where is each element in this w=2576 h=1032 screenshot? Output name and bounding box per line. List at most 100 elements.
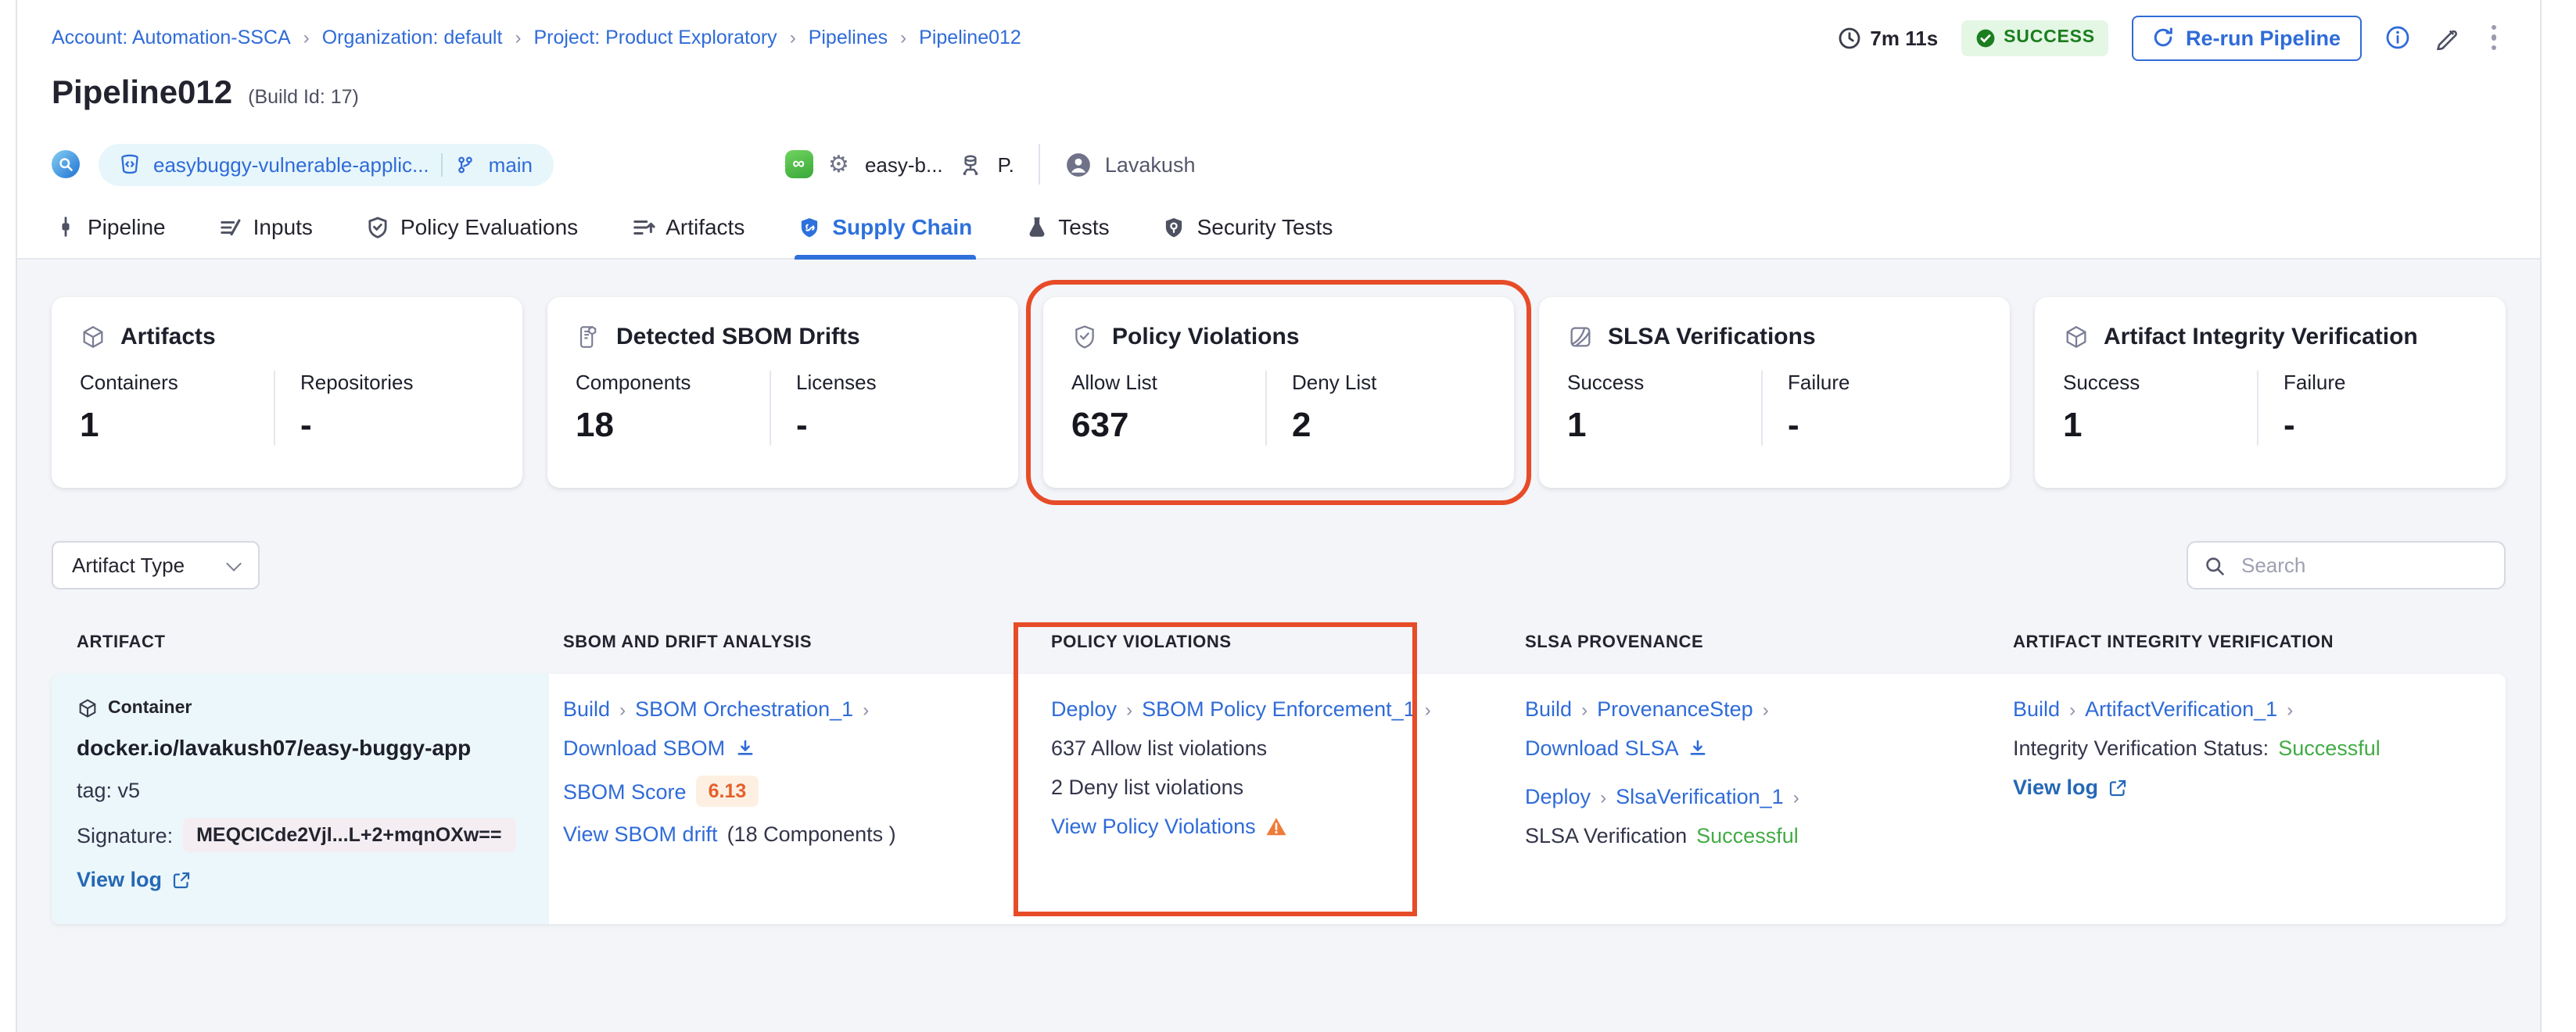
view-log-link[interactable]: View log <box>2013 776 2098 799</box>
header-artifact: ARTIFACT <box>52 633 549 652</box>
triggered-by-user: Lavakush <box>1105 152 1196 176</box>
execution-source-icon <box>52 150 80 178</box>
tab-policy-evaluations[interactable]: Policy Evaluations <box>363 200 581 258</box>
stat-value: 637 <box>1071 405 1265 446</box>
tests-flask-icon <box>1025 216 1047 238</box>
breadcrumb-pipelines[interactable]: Pipelines <box>809 27 888 48</box>
card-slsa-verifications: SLSA Verifications Success 1 Failure - <box>1539 297 2010 488</box>
stat-label: Containers <box>80 371 274 394</box>
integrity-stage-link[interactable]: Build <box>2013 697 2060 721</box>
execution-tabs: Pipeline Inputs Policy Evaluations <box>17 200 2540 260</box>
stat-label: Success <box>2063 371 2257 394</box>
breadcrumb-separator: › <box>303 27 310 48</box>
slsa-step2-link[interactable]: SlsaVerification_1 <box>1616 785 1784 808</box>
policy-shield-icon <box>366 215 389 238</box>
security-shield-icon <box>1163 215 1186 238</box>
stat-value: 1 <box>2063 405 2257 446</box>
stat-label: Success <box>1567 371 1761 394</box>
signature-label: Signature: <box>77 823 173 847</box>
repository-pill[interactable]: easybuggy-vulnerable-applic... main <box>99 143 553 185</box>
policy-violations-cell: Deploy › SBOM Policy Enforcement_1 › 637… <box>1037 674 1511 924</box>
tab-inputs[interactable]: Inputs <box>216 200 316 258</box>
slsa-verification-label: SLSA Verification <box>1525 824 1687 847</box>
artifact-type-dropdown[interactable]: Artifact Type <box>52 541 260 589</box>
page-header: Account: Automation-SSCA › Organization:… <box>17 0 2540 260</box>
integrity-step-link[interactable]: ArtifactVerification_1 <box>2085 697 2277 721</box>
sbom-cell: Build › SBOM Orchestration_1 › Download … <box>549 674 1037 924</box>
shield-check-icon <box>1071 324 1098 350</box>
page-title: Pipeline012 <box>52 75 232 113</box>
info-icon[interactable] <box>2384 25 2409 50</box>
breadcrumb-account[interactable]: Account: Automation-SSCA <box>52 27 291 48</box>
stat-value: 2 <box>1292 405 1486 446</box>
stat-value: 1 <box>80 405 274 446</box>
sbom-stage-link[interactable]: Build <box>563 697 610 721</box>
edit-pencil-icon[interactable] <box>2433 25 2458 50</box>
slsa-stage1-link[interactable]: Build <box>1525 697 1572 721</box>
signature-value[interactable]: MEQCICde2Vjl...L+2+mqnOXw== <box>182 818 515 852</box>
tab-tests[interactable]: Tests <box>1022 200 1112 258</box>
download-icon <box>734 738 755 758</box>
view-sbom-drift-link[interactable]: View SBOM drift <box>563 822 718 846</box>
integrity-status: Successful <box>2278 736 2380 760</box>
kebab-menu-icon[interactable] <box>2481 22 2506 54</box>
policy-step-link[interactable]: SBOM Policy Enforcement_1 <box>1142 697 1415 721</box>
download-sbom-link[interactable]: Download SBOM <box>563 736 725 760</box>
card-title: Artifacts <box>120 324 216 350</box>
slsa-step1-link[interactable]: ProvenanceStep <box>1597 697 1753 721</box>
download-slsa-link[interactable]: Download SLSA <box>1525 736 1679 760</box>
cube-icon <box>80 324 106 350</box>
table-header-row: ARTIFACT SBOM AND DRIFT ANALYSIS POLICY … <box>52 633 2506 652</box>
header-slsa-provenance: SLSA PROVENANCE <box>1511 633 1999 652</box>
header-integrity-verification: ARTIFACT INTEGRITY VERIFICATION <box>1999 633 2506 652</box>
policy-stage-link[interactable]: Deploy <box>1051 697 1117 721</box>
breadcrumb-organization[interactable]: Organization: default <box>322 27 503 48</box>
allow-list-violations: 637 Allow list violations <box>1051 736 1267 760</box>
tab-artifacts[interactable]: Artifacts <box>628 200 748 258</box>
artifact-tag: tag: v5 <box>77 779 524 802</box>
chevron-separator: › <box>863 698 869 720</box>
environment-icon <box>959 152 982 176</box>
tab-security-tests[interactable]: Security Tests <box>1160 200 1336 258</box>
summary-cards: Artifacts Containers 1 Repositories - <box>52 297 2506 488</box>
integrity-status-label: Integrity Verification Status: <box>2013 736 2269 760</box>
stat-label: Failure <box>1788 371 1982 394</box>
artifact-type: Container <box>108 699 192 718</box>
view-policy-violations-link[interactable]: View Policy Violations <box>1051 815 1256 838</box>
external-link-icon <box>171 870 190 889</box>
download-icon <box>1688 738 1709 758</box>
card-artifact-integrity: Artifact Integrity Verification Success … <box>2035 297 2506 488</box>
card-title: SLSA Verifications <box>1608 324 1816 350</box>
stat-label: Failure <box>2284 371 2477 394</box>
header-policy-violations: POLICY VIOLATIONS <box>1037 633 1511 652</box>
breadcrumb-pipeline012[interactable]: Pipeline012 <box>919 27 1021 48</box>
chevron-separator: › <box>2069 698 2076 720</box>
sbom-score-badge: 6.13 <box>696 776 759 807</box>
stat-label: Licenses <box>796 371 990 394</box>
pill-divider <box>442 152 443 176</box>
screen: Account: Automation-SSCA › Organization:… <box>0 0 2576 1032</box>
trigger-pipeline-name[interactable]: easy-b... <box>865 152 943 176</box>
branch-name[interactable]: main <box>489 152 533 176</box>
slsa-stage2-link[interactable]: Deploy <box>1525 785 1591 808</box>
environment-ref[interactable]: P. <box>998 152 1014 176</box>
card-title: Detected SBOM Drifts <box>616 324 860 350</box>
chevron-separator: › <box>2287 698 2293 720</box>
chevron-separator: › <box>1425 698 1431 720</box>
view-log-link[interactable]: View log <box>77 868 162 891</box>
stat-value: 1 <box>1567 405 1761 446</box>
search-input[interactable] <box>2238 552 2488 579</box>
tab-pipeline[interactable]: Pipeline <box>52 200 169 258</box>
sbom-score-link[interactable]: SBOM Score <box>563 779 687 803</box>
refresh-icon <box>2153 27 2175 48</box>
artifacts-list-icon <box>631 215 655 238</box>
table-row: Container docker.io/lavakush07/easy-bugg… <box>52 674 2506 924</box>
slsa-icon <box>1567 324 1594 350</box>
header-sbom: SBOM AND DRIFT ANALYSIS <box>549 633 1037 652</box>
sbom-step-link[interactable]: SBOM Orchestration_1 <box>635 697 853 721</box>
repository-name[interactable]: easybuggy-vulnerable-applic... <box>153 152 429 176</box>
breadcrumb-project[interactable]: Project: Product Exploratory <box>533 27 777 48</box>
app-window: Account: Automation-SSCA › Organization:… <box>16 0 2542 1032</box>
rerun-pipeline-button[interactable]: Re-run Pipeline <box>2133 15 2361 60</box>
tab-supply-chain[interactable]: Supply Chain <box>795 200 975 258</box>
